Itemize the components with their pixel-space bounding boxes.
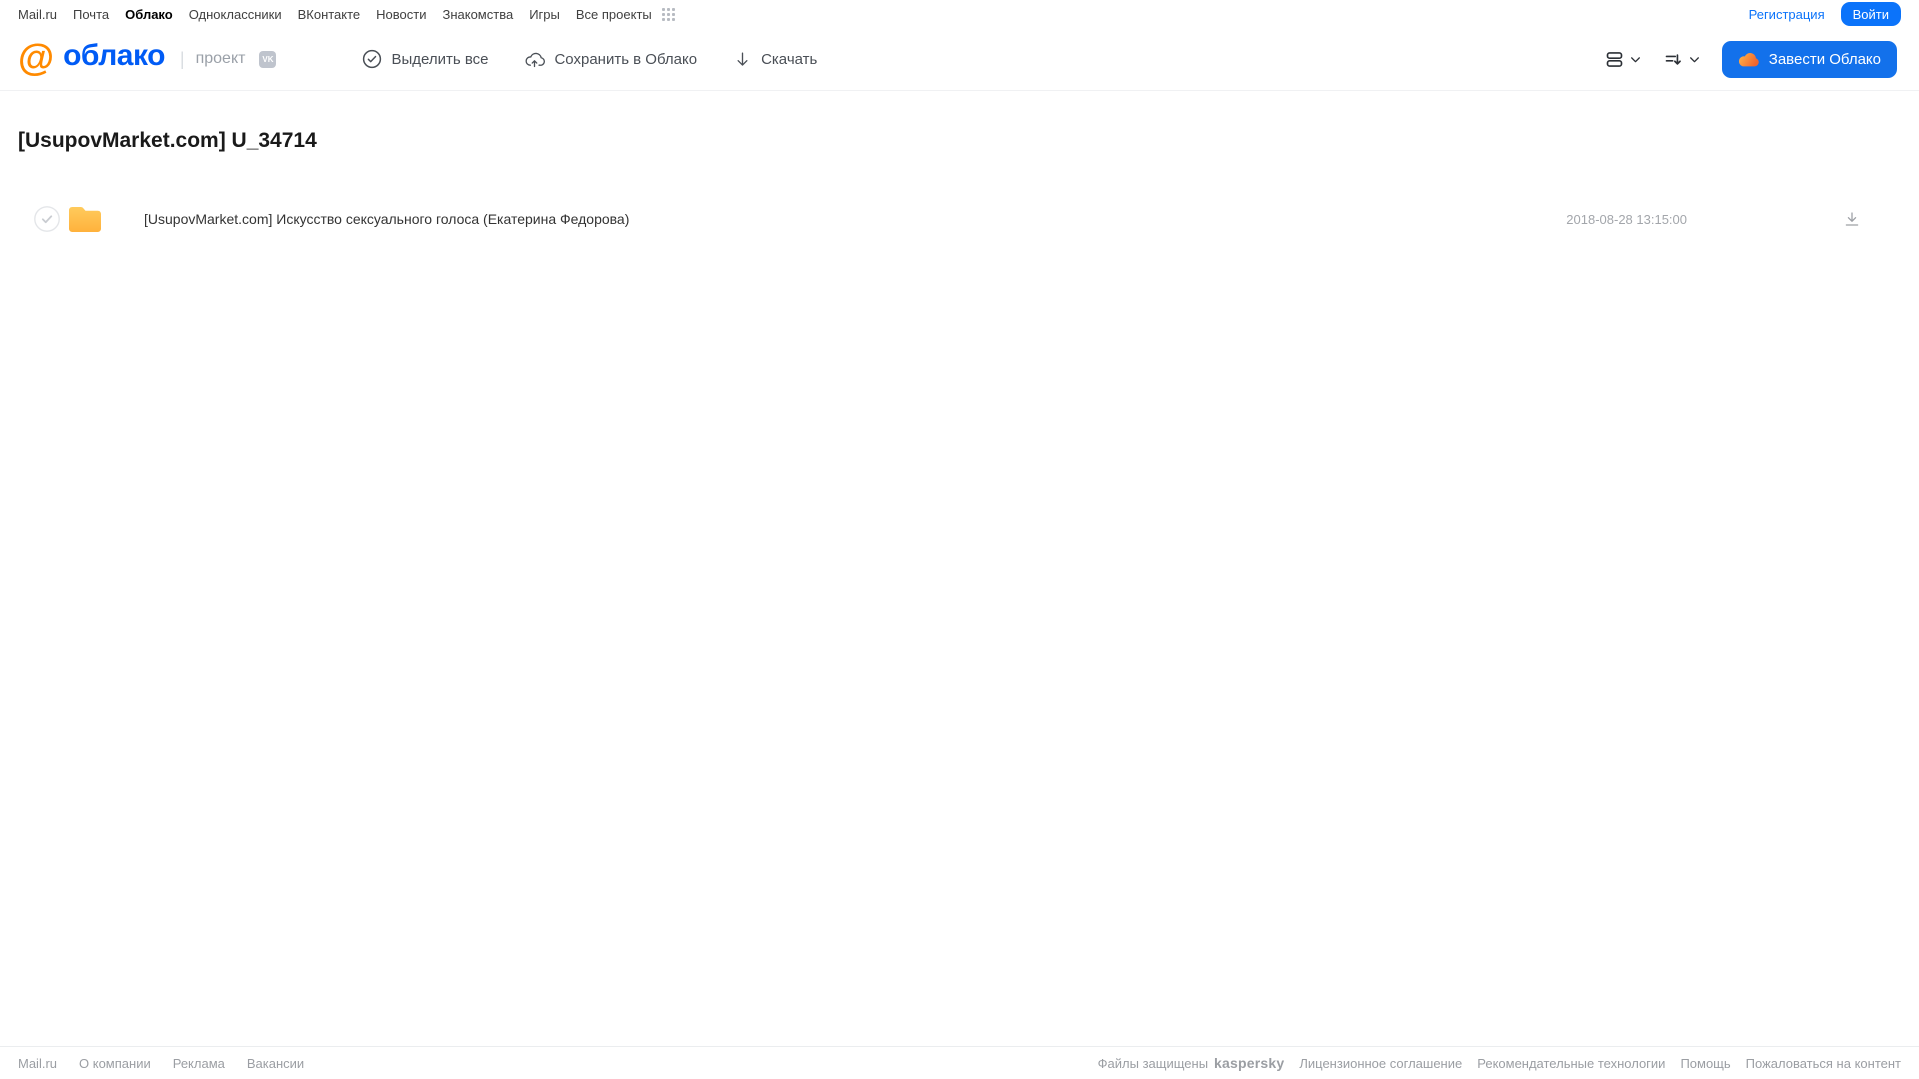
footer-link-about[interactable]: О компании <box>79 1056 151 1071</box>
topnav-link-igry[interactable]: Игры <box>529 7 560 22</box>
file-name-link[interactable]: [UsupovMarket.com] Искусство сексуальног… <box>144 211 629 227</box>
cloud-upload-icon <box>524 49 546 70</box>
at-icon: @ <box>18 36 55 78</box>
chevron-down-icon <box>1688 53 1701 66</box>
registration-link[interactable]: Регистрация <box>1749 7 1825 22</box>
topnav-link-mailru[interactable]: Mail.ru <box>18 7 57 22</box>
topnav-link-all-projects[interactable]: Все проекты <box>576 7 652 22</box>
sort-icon <box>1663 49 1684 70</box>
cloud-logo[interactable]: @ облако | проект VK <box>18 36 277 78</box>
topnav-link-pochta[interactable]: Почта <box>73 7 109 22</box>
topnav: Mail.ru Почта Облако Одноклассники ВКонт… <box>0 0 1919 28</box>
file-date: 2018-08-28 13:15:00 <box>1566 211 1687 227</box>
chevron-down-icon <box>1629 53 1642 66</box>
topnav-link-vkontakte[interactable]: ВКонтакте <box>298 7 361 22</box>
logo-divider: | <box>179 48 185 69</box>
login-button[interactable]: Войти <box>1840 2 1901 26</box>
topnav-link-novosti[interactable]: Новости <box>376 7 426 22</box>
footer-link-help[interactable]: Помощь <box>1680 1056 1730 1071</box>
toolbar: Выделить все Сохранить в Облако Скачать <box>362 49 817 70</box>
row-checkbox[interactable] <box>34 206 60 232</box>
main-content: [UsupovMarket.com] U_34714 [UsupovMarket… <box>0 91 1919 1046</box>
footer-right: Файлы защищены kaspersky Лицензионное со… <box>1098 1055 1901 1071</box>
footer-link-license[interactable]: Лицензионное соглашение <box>1299 1056 1462 1071</box>
download-label: Скачать <box>761 50 818 68</box>
footer-link-recommendations[interactable]: Рекомендательные технологии <box>1477 1056 1665 1071</box>
footer-link-vacancies[interactable]: Вакансии <box>247 1056 304 1071</box>
download-icon <box>1843 210 1861 228</box>
check-circle-icon <box>362 49 382 69</box>
apps-grid-icon[interactable] <box>661 7 675 21</box>
topnav-link-odnoklassniki[interactable]: Одноклассники <box>189 7 282 22</box>
save-to-cloud-label: Сохранить в Облако <box>554 50 698 68</box>
create-cloud-button[interactable]: Завести Облако <box>1721 40 1897 78</box>
cloud-icon <box>1738 52 1760 67</box>
list-view-icon <box>1604 49 1625 70</box>
select-all-button[interactable]: Выделить все <box>362 49 488 69</box>
page-title: [UsupovMarket.com] U_34714 <box>18 129 317 152</box>
folder-icon <box>67 204 103 234</box>
topnav-link-oblako[interactable]: Облако <box>125 7 173 22</box>
row-download-button[interactable] <box>1843 210 1861 228</box>
download-arrow-icon <box>733 50 752 69</box>
header-controls: Завести Облако <box>1604 40 1897 78</box>
topnav-link-znakomstva[interactable]: Знакомства <box>442 7 513 22</box>
kaspersky-logo[interactable]: kaspersky <box>1214 1055 1284 1071</box>
file-row[interactable]: [UsupovMarket.com] Искусство сексуальног… <box>18 193 1901 245</box>
footer-link-mailru[interactable]: Mail.ru <box>18 1056 57 1071</box>
files-protected-label: Файлы защищены <box>1097 1055 1209 1071</box>
download-button[interactable]: Скачать <box>733 50 817 69</box>
vk-badge-icon: VK <box>259 50 277 68</box>
page: Mail.ru Почта Облако Одноклассники ВКонт… <box>0 0 1919 1079</box>
create-cloud-label: Завести Облако <box>1768 50 1881 68</box>
footer-link-ads[interactable]: Реклама <box>173 1056 225 1071</box>
view-mode-toggle[interactable] <box>1604 49 1642 70</box>
save-to-cloud-button[interactable]: Сохранить в Облако <box>524 49 697 70</box>
sort-toggle[interactable] <box>1663 49 1701 70</box>
footer-link-report-content[interactable]: Пожаловаться на контент <box>1746 1056 1901 1071</box>
header: @ облако | проект VK Выделить все Сохран… <box>0 28 1919 91</box>
project-label: проект <box>195 50 246 67</box>
select-all-label: Выделить все <box>391 50 489 68</box>
logo-wordmark: облако <box>63 39 165 72</box>
footer: Mail.ru О компании Реклама Вакансии Файл… <box>0 1046 1919 1079</box>
